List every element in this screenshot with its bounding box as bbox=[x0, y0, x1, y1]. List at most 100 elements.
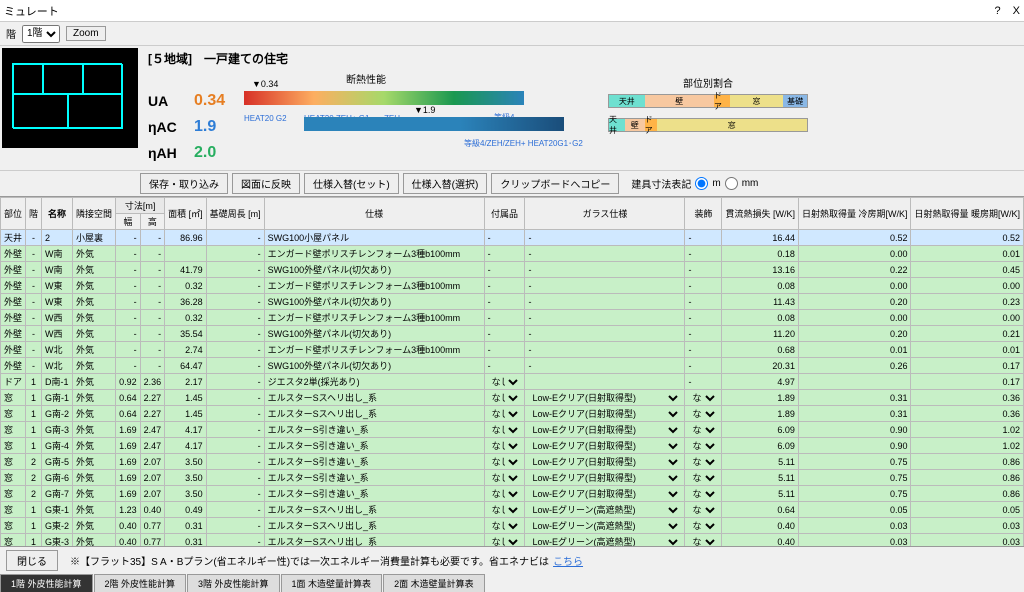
table-row[interactable]: 窓2G南-5外気1.692.073.50-エルスターS引き違い_系なしLow-E… bbox=[1, 454, 1024, 470]
deco-select[interactable]: なし bbox=[688, 504, 718, 516]
att-select[interactable]: なし bbox=[488, 456, 522, 468]
glass-select[interactable]: Low-Eグリーン(高遮熱型) bbox=[528, 536, 681, 547]
tab-2[interactable]: 3階 外皮性能計算 bbox=[187, 574, 280, 592]
save-load-button[interactable]: 保存・取り込み bbox=[140, 173, 228, 194]
close-button[interactable]: 閉じる bbox=[6, 550, 58, 571]
col-solar-cool[interactable]: 日射熱取得量 冷房期[W/K] bbox=[798, 198, 911, 230]
spec-swap-button[interactable]: 仕様入替(選択) bbox=[403, 173, 488, 194]
toolbar: 階 1階 Zoom bbox=[0, 22, 1024, 46]
nac-bar bbox=[304, 117, 564, 131]
att-select[interactable]: なし bbox=[488, 536, 522, 547]
table-row[interactable]: 窓2G南-6外気1.692.073.50-エルスターS引き違い_系なしLow-E… bbox=[1, 470, 1024, 486]
bottom-bar: 閉じる ※【フラット35】S A・Bプラン(省エネルギー性)では一次エネルギー消… bbox=[0, 546, 1024, 588]
note-link[interactable]: こちら bbox=[553, 553, 583, 568]
col-pos[interactable]: 部位 bbox=[1, 198, 26, 230]
radio-mm[interactable] bbox=[725, 177, 738, 190]
att-select[interactable]: なし bbox=[488, 472, 522, 484]
table-row[interactable]: 外壁-W東外気--36.28-SWG100外壁パネル(切欠あり)---11.43… bbox=[1, 294, 1024, 310]
col-perim[interactable]: 基礎周長 [m] bbox=[206, 198, 264, 230]
table-row[interactable]: ドア1D南-1外気0.922.362.17-ジエスタ2単(採光あり)なし-4.9… bbox=[1, 374, 1024, 390]
col-name[interactable]: 名称 bbox=[42, 198, 73, 230]
deco-select[interactable]: なし bbox=[688, 488, 718, 500]
table-row[interactable]: 窓1G東-2外気0.400.770.31-エルスターSスヘリ出し_系なしLow-… bbox=[1, 518, 1024, 534]
col-height[interactable]: 高 bbox=[140, 214, 165, 230]
floor-select[interactable]: 1階 bbox=[22, 25, 60, 43]
glass-select[interactable]: Low-Eクリア(日射取得型) bbox=[528, 488, 681, 500]
col-solar-heat[interactable]: 日射熱取得量 暖房期[W/K] bbox=[911, 198, 1024, 230]
glass-select[interactable]: Low-Eグリーン(高遮熱型) bbox=[528, 520, 681, 532]
glass-select[interactable]: Low-Eクリア(日射取得型) bbox=[528, 408, 681, 420]
att-select[interactable]: なし bbox=[488, 520, 522, 532]
deco-select[interactable]: なし bbox=[688, 520, 718, 532]
col-heatloss[interactable]: 貫流熱損失 [W/K] bbox=[722, 198, 799, 230]
nah-value: 2.0 bbox=[194, 144, 236, 162]
col-glass[interactable]: ガラス仕様 bbox=[525, 198, 685, 230]
table-row[interactable]: 窓1G南-1外気0.642.271.45-エルスターSスヘリ出し_系なしLow-… bbox=[1, 390, 1024, 406]
ua-bar bbox=[244, 91, 524, 105]
col-attach[interactable]: 付属品 bbox=[484, 198, 525, 230]
table-row[interactable]: 窓1G南-2外気0.642.271.45-エルスターSスヘリ出し_系なしLow-… bbox=[1, 406, 1024, 422]
tab-3[interactable]: 1面 木造壁量計算表 bbox=[281, 574, 383, 592]
deco-select[interactable]: なし bbox=[688, 456, 718, 468]
glass-select[interactable]: Low-Eクリア(日射取得型) bbox=[528, 424, 681, 436]
ratio-bar-1: 天井 壁 ドア 窓 基礎 bbox=[608, 94, 808, 108]
clipboard-button[interactable]: クリップボードへコピー bbox=[491, 173, 619, 194]
glass-select[interactable]: Low-Eクリア(日射取得型) bbox=[528, 440, 681, 452]
table-row[interactable]: 窓1G南-4外気1.692.474.17-エルスターS引き違い_系なしLow-E… bbox=[1, 438, 1024, 454]
table-row[interactable]: 外壁-W南外気---エンガード壁ポリスチレンフォーム3種b100mm---0.1… bbox=[1, 246, 1024, 262]
table-row[interactable]: 外壁-W南外気--41.79-SWG100外壁パネル(切欠あり)---13.16… bbox=[1, 262, 1024, 278]
table-row[interactable]: 外壁-W東外気--0.32-エンガード壁ポリスチレンフォーム3種b100mm--… bbox=[1, 278, 1024, 294]
floor-label: 階 bbox=[6, 26, 16, 41]
nac-marker: ▼1.9 bbox=[414, 105, 435, 115]
deco-select[interactable]: なし bbox=[688, 408, 718, 420]
tab-4[interactable]: 2面 木造壁量計算表 bbox=[383, 574, 485, 592]
att-select[interactable]: なし bbox=[488, 424, 522, 436]
table-row[interactable]: 天井-2小屋裏--86.96-SWG100小屋パネル---16.440.520.… bbox=[1, 230, 1024, 246]
col-adj[interactable]: 隣接空間 bbox=[73, 198, 116, 230]
table-row[interactable]: 窓2G南-7外気1.692.073.50-エルスターS引き違い_系なしLow-E… bbox=[1, 486, 1024, 502]
tab-1[interactable]: 2階 外皮性能計算 bbox=[94, 574, 187, 592]
att-select[interactable]: なし bbox=[488, 408, 522, 420]
spec-set-button[interactable]: 仕様入替(セット) bbox=[304, 173, 399, 194]
col-floor[interactable]: 階 bbox=[26, 198, 42, 230]
table-row[interactable]: 窓1G南-3外気1.692.474.17-エルスターS引き違い_系なしLow-E… bbox=[1, 422, 1024, 438]
table-row[interactable]: 窓1G東-3外気0.400.770.31-エルスターSスヘリ出し_系なしLow-… bbox=[1, 534, 1024, 547]
disp-label: 建具寸法表記 bbox=[631, 176, 691, 191]
metrics-panel: [５地域] 一戸建ての住宅 断熱性能 UA 0.34 ▼0.34 HEAT20 … bbox=[140, 46, 820, 170]
deco-select[interactable]: なし bbox=[688, 440, 718, 452]
glass-select[interactable]: Low-Eクリア(日射取得型) bbox=[528, 456, 681, 468]
close-icon[interactable]: X bbox=[1013, 5, 1020, 17]
table-row[interactable]: 外壁-W北外気--2.74-エンガード壁ポリスチレンフォーム3種b100mm--… bbox=[1, 342, 1024, 358]
glass-select[interactable]: Low-Eクリア(日射取得型) bbox=[528, 392, 681, 404]
col-deco[interactable]: 装飾 bbox=[685, 198, 722, 230]
floorplan-thumbnail[interactable] bbox=[2, 48, 138, 148]
col-spec[interactable]: 仕様 bbox=[264, 198, 484, 230]
table-row[interactable]: 外壁-W北外気--64.47-SWG100外壁パネル(切欠あり)---20.31… bbox=[1, 358, 1024, 374]
deco-select[interactable]: なし bbox=[688, 472, 718, 484]
att-select[interactable]: なし bbox=[488, 392, 522, 404]
reflect-button[interactable]: 図面に反映 bbox=[232, 173, 300, 194]
table-row[interactable]: 外壁-W西外気--0.32-エンガード壁ポリスチレンフォーム3種b100mm--… bbox=[1, 310, 1024, 326]
col-width[interactable]: 幅 bbox=[116, 214, 141, 230]
col-dim-group[interactable]: 寸法[m] bbox=[116, 198, 165, 214]
table-row[interactable]: 窓1G東-1外気1.230.400.49-エルスターSスヘリ出し_系なしLow-… bbox=[1, 502, 1024, 518]
zoom-button[interactable]: Zoom bbox=[66, 26, 106, 41]
table-row[interactable]: 外壁-W西外気--35.54-SWG100外壁パネル(切欠あり)---11.20… bbox=[1, 326, 1024, 342]
col-area[interactable]: 面積 [㎡] bbox=[165, 198, 207, 230]
data-table-container[interactable]: 部位 階 名称 隣接空間 寸法[m] 面積 [㎡] 基礎周長 [m] 仕様 付属… bbox=[0, 196, 1024, 546]
seg2-door: ドア bbox=[645, 119, 657, 131]
tab-0[interactable]: 1階 外皮性能計算 bbox=[0, 574, 93, 592]
deco-select[interactable]: なし bbox=[688, 536, 718, 547]
window-title: ミュレート bbox=[4, 3, 59, 19]
radio-m[interactable] bbox=[695, 177, 708, 190]
perf-title: 断熱性能 bbox=[148, 71, 584, 86]
glass-select[interactable]: Low-Eグリーン(高遮熱型) bbox=[528, 504, 681, 516]
deco-select[interactable]: なし bbox=[688, 392, 718, 404]
att-select[interactable]: なし bbox=[488, 376, 522, 388]
att-select[interactable]: なし bbox=[488, 504, 522, 516]
help-icon[interactable]: ? bbox=[995, 5, 1001, 17]
deco-select[interactable]: なし bbox=[688, 424, 718, 436]
att-select[interactable]: なし bbox=[488, 488, 522, 500]
att-select[interactable]: なし bbox=[488, 440, 522, 452]
glass-select[interactable]: Low-Eクリア(日射取得型) bbox=[528, 472, 681, 484]
